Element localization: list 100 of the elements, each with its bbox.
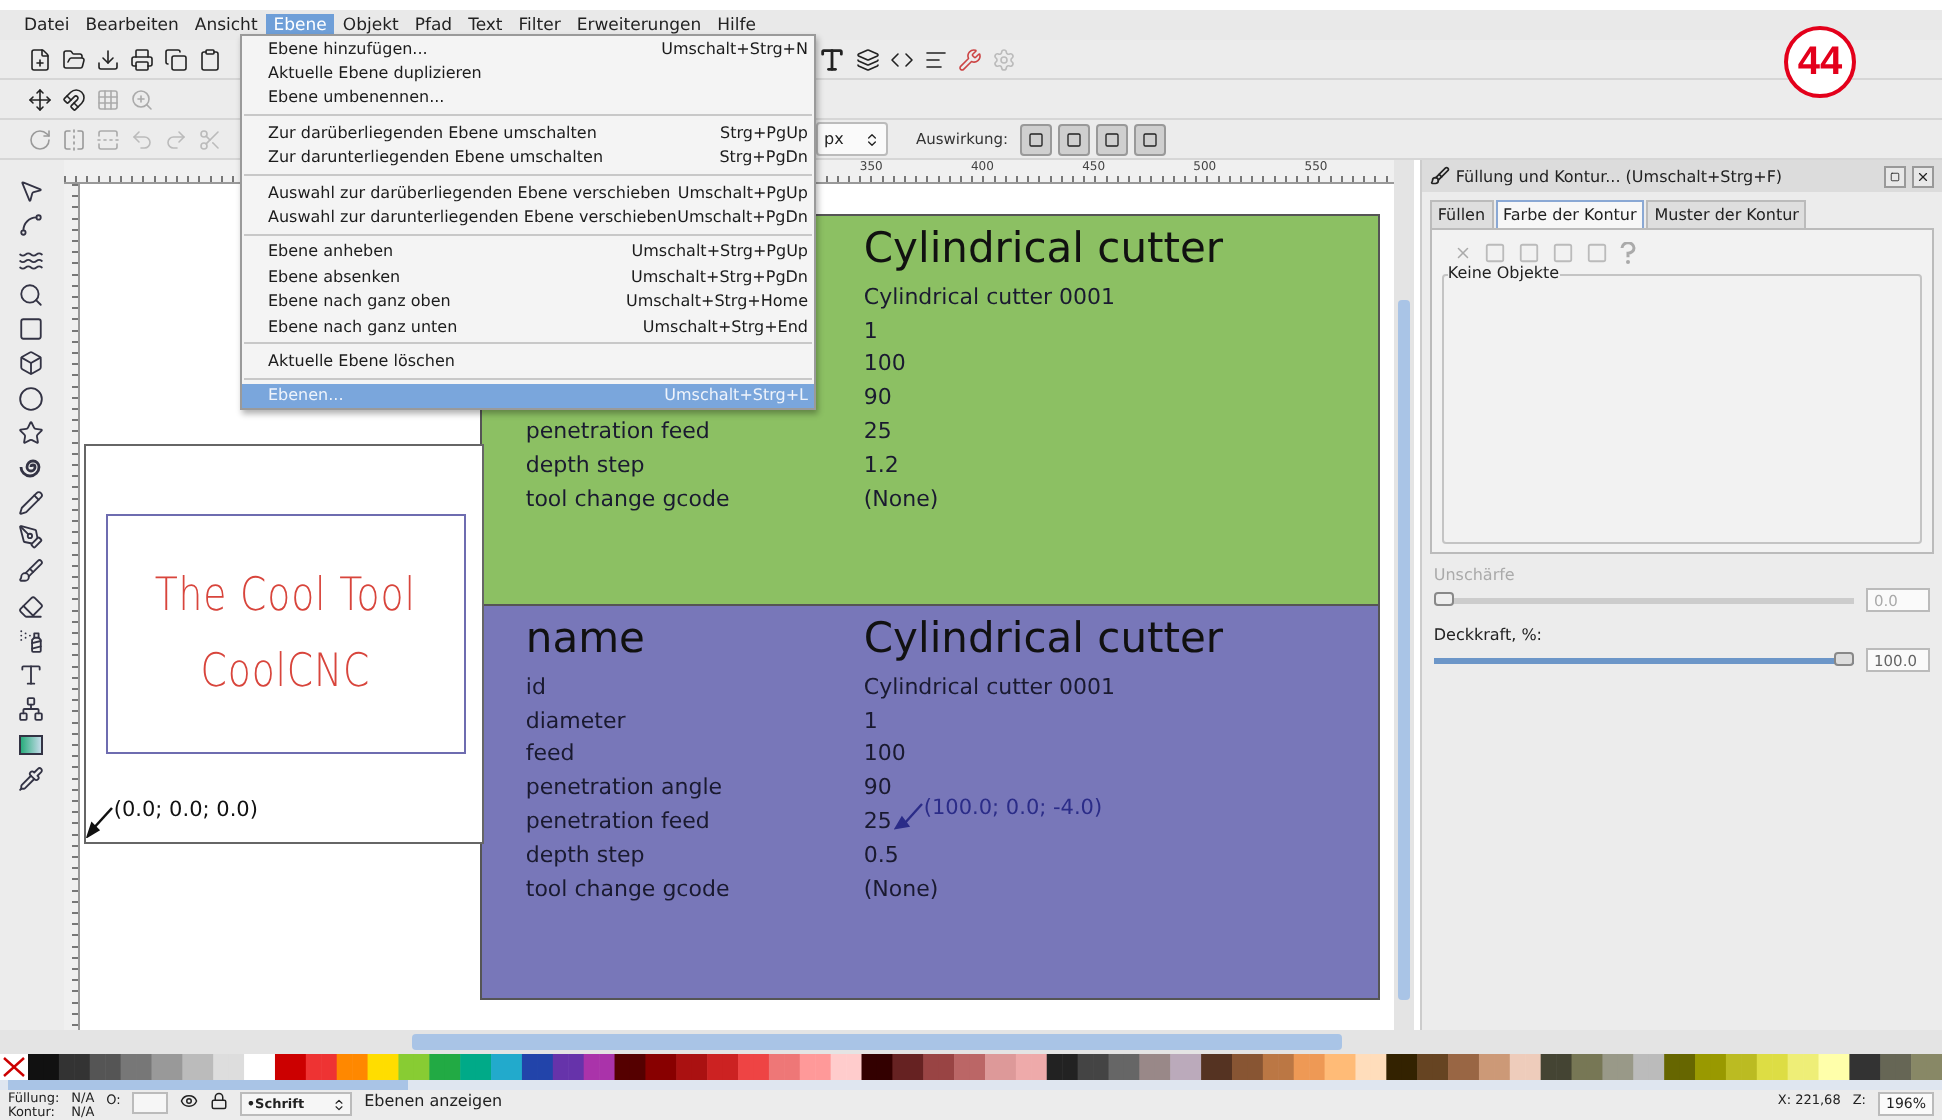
- menu-item[interactable]: Pfad: [406, 13, 461, 37]
- end-point-coordinates: (100.0; 0.0; -4.0): [923, 796, 1103, 820]
- menu-item[interactable]: Text: [460, 13, 511, 37]
- scale-toggle-button[interactable]: [1020, 123, 1052, 155]
- pen-icon[interactable]: [18, 523, 45, 550]
- slider-thumb[interactable]: [1834, 651, 1854, 665]
- wrench-icon[interactable]: [958, 47, 982, 71]
- field-value: (None): [863, 875, 939, 902]
- minimize-button[interactable]: [1884, 165, 1906, 187]
- tweak-icon[interactable]: [18, 247, 45, 274]
- scale-toggle-button[interactable]: [1096, 123, 1128, 155]
- field-value: 90: [863, 774, 892, 801]
- label-text: The Cool Tool: [155, 570, 417, 622]
- dock-tab[interactable]: Farbe der Kontur: [1495, 200, 1645, 228]
- menu-entry[interactable]: Auswahl zur darunterliegenden Ebene verschiebenUmschalt+PgDn: [242, 204, 814, 230]
- menu-entry[interactable]: Ebene nach ganz unten Umschalt+Strg+End: [242, 313, 814, 339]
- menu-entry[interactable]: Ebene nach ganz oben Umschalt+Strg+Home: [242, 289, 814, 314]
- printer-icon[interactable]: [130, 47, 154, 71]
- menu-item[interactable]: Datei: [16, 13, 78, 37]
- brush-icon: [1429, 166, 1450, 186]
- star-icon[interactable]: [18, 420, 45, 447]
- pencil-icon[interactable]: [18, 489, 45, 516]
- rectangle-icon[interactable]: [18, 316, 45, 343]
- align-icon[interactable]: [924, 47, 948, 71]
- menu-entry[interactable]: Aktuelle Ebene duplizieren: [242, 60, 814, 86]
- pointer-icon[interactable]: [18, 178, 45, 204]
- menu-item[interactable]: Hilfe: [709, 13, 764, 37]
- download-icon[interactable]: [96, 47, 120, 71]
- text-tool-icon[interactable]: [818, 45, 846, 73]
- lock-icon[interactable]: [210, 1092, 229, 1110]
- color-palette[interactable]: [0, 1054, 1942, 1080]
- folder-icon[interactable]: [62, 47, 86, 71]
- vertical-scrollbar[interactable]: [1393, 160, 1414, 1030]
- new-file-icon[interactable]: [28, 47, 52, 71]
- palette-scrollbar[interactable]: [8, 1080, 408, 1090]
- field-label: feed: [525, 740, 575, 767]
- field-value: 100: [863, 350, 906, 377]
- copy-icon[interactable]: [164, 47, 188, 71]
- move-icon[interactable]: [28, 87, 52, 111]
- field-label: depth step: [525, 451, 645, 478]
- circle-icon[interactable]: [18, 385, 45, 412]
- menu-item[interactable]: Bearbeiten: [77, 13, 187, 37]
- node-icon[interactable]: [18, 212, 45, 239]
- clipboard-icon[interactable]: [198, 47, 222, 71]
- unit-select[interactable]: px: [816, 122, 888, 156]
- menu-item[interactable]: Ansicht: [186, 13, 266, 37]
- field-label: diameter: [525, 707, 626, 734]
- menu-item[interactable]: Filter: [510, 13, 569, 37]
- square-icon: [1066, 131, 1082, 147]
- scale-toggle-button[interactable]: [1134, 123, 1166, 155]
- gradient-icon[interactable]: [18, 731, 45, 758]
- cube-icon[interactable]: [18, 350, 45, 377]
- layers-icon[interactable]: [856, 47, 880, 71]
- menu-entry[interactable]: Aktuelle Ebene löschen: [242, 348, 814, 374]
- field-value: (None): [863, 485, 939, 512]
- zoom-icon[interactable]: [18, 281, 45, 308]
- menu-entry[interactable]: Ebene absenken Umschalt+Strg+PgDn: [242, 264, 814, 290]
- origin-coordinates: (0.0; 0.0; 0.0): [113, 798, 258, 822]
- square-icon: [1028, 131, 1044, 147]
- field-value: Cylindrical cutter 0001: [863, 673, 1115, 700]
- brush-icon[interactable]: [18, 558, 45, 585]
- slider-label: Unschärfe: [1431, 564, 1517, 586]
- text-tool-icon[interactable]: [18, 662, 45, 689]
- field-label: tool change gcode: [525, 485, 730, 512]
- field-label: penetration feed: [525, 808, 710, 835]
- field-value: 90: [863, 384, 892, 411]
- square-icon: [1142, 131, 1158, 147]
- menu-item[interactable]: Objekt: [334, 13, 407, 37]
- field-value: Cylindrical cutter 0001: [863, 283, 1115, 310]
- square-icon: [1104, 131, 1120, 147]
- label-text: CoolCNC: [200, 646, 371, 698]
- menu-entry[interactable]: Ebene hinzufügen... Umschalt+Strg+N: [242, 36, 814, 61]
- field-value: 1: [863, 317, 878, 344]
- menu-entry[interactable]: Auswahl zur darüberliegenden Ebene verschieben Umschalt+PgUp: [242, 179, 814, 205]
- spiral-icon[interactable]: [18, 454, 45, 481]
- eye-icon[interactable]: [180, 1092, 199, 1110]
- field-value: 1.2: [863, 451, 899, 478]
- field-value: 25: [863, 418, 892, 445]
- magnet-icon[interactable]: [62, 87, 86, 111]
- field-value: 0.5: [863, 841, 899, 868]
- connector-icon[interactable]: [18, 696, 45, 723]
- xml-editor-icon[interactable]: [890, 47, 914, 71]
- pipette-icon[interactable]: [18, 766, 45, 793]
- dock-tab[interactable]: Füllen: [1429, 200, 1494, 228]
- menu-entry[interactable]: Zur darunterliegenden Ebene umschalten Strg+PgDn: [242, 145, 814, 170]
- field-label: id: [525, 673, 546, 700]
- dock-title: Füllung und Kontur... (Umschalt+Strg+F): [1455, 167, 1785, 185]
- card-heading: name: [525, 614, 645, 662]
- menu-entry[interactable]: Zur darüberliegenden Ebene umschalten Strg+PgUp: [242, 120, 814, 146]
- scale-toggle-button[interactable]: [1058, 123, 1090, 155]
- menu-entry[interactable]: Ebene anheben Umschalt+Strg+PgUp: [242, 239, 814, 265]
- close-button[interactable]: [1912, 165, 1934, 187]
- opacity-field[interactable]: [132, 1092, 169, 1114]
- menu-entry[interactable]: Ebene umbenennen...: [242, 85, 814, 111]
- field-label: tool change gcode: [525, 875, 730, 902]
- eraser-icon[interactable]: [18, 593, 45, 620]
- menu-item[interactable]: Erweiterungen: [568, 13, 710, 37]
- spray-can-icon[interactable]: [18, 627, 45, 654]
- horizontal-scrollbar[interactable]: [0, 1030, 1942, 1054]
- dock-tab[interactable]: Muster der Kontur: [1646, 200, 1807, 228]
